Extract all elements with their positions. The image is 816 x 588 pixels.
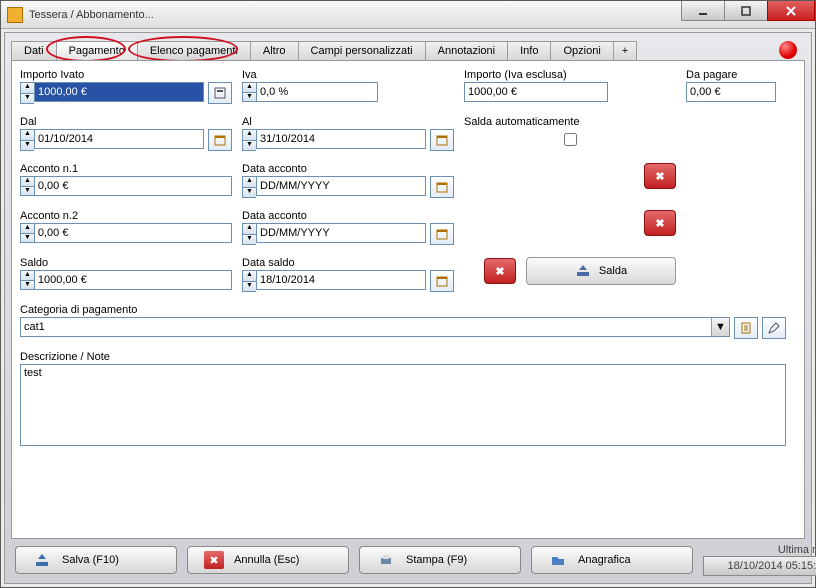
field-acconto1-delete: ✖ bbox=[464, 163, 676, 198]
folder-icon bbox=[548, 551, 568, 569]
cancel-button[interactable]: ✖ Annulla (Esc) bbox=[187, 546, 349, 574]
field-da-pagare: Da pagare bbox=[686, 69, 786, 104]
last-modified-timestamp: 18/10/2014 05:15:40 bbox=[703, 556, 816, 576]
field-salda-auto: Salda automaticamente bbox=[464, 116, 676, 151]
window-minimize-button[interactable] bbox=[681, 1, 725, 21]
calendar-button-acconto1[interactable] bbox=[430, 176, 454, 198]
calendar-button-acconto2[interactable] bbox=[430, 223, 454, 245]
spinner-acconto2[interactable]: ▲▼ bbox=[20, 223, 34, 243]
pick-category-button[interactable] bbox=[734, 317, 758, 339]
spinner-al[interactable]: ▲▼ bbox=[242, 129, 256, 151]
field-acconto2: Acconto n.2 ▲▼ bbox=[20, 210, 232, 245]
x-icon: ✖ bbox=[655, 170, 664, 183]
tab-annotazioni[interactable]: Annotazioni bbox=[425, 41, 509, 61]
printer-icon bbox=[376, 551, 396, 569]
print-button[interactable]: Stampa (F9) bbox=[359, 546, 521, 574]
window-close-button[interactable] bbox=[767, 1, 815, 21]
input-al[interactable] bbox=[256, 129, 426, 149]
spinner-iva[interactable]: ▲▼ bbox=[242, 82, 256, 102]
tab-elenco-pagamenti[interactable]: Elenco pagamenti bbox=[137, 41, 251, 61]
salda-button[interactable]: Salda bbox=[526, 257, 676, 285]
spinner-dal[interactable]: ▲▼ bbox=[20, 129, 34, 151]
calendar-button-al[interactable] bbox=[430, 129, 454, 151]
tab-campi-personalizzati[interactable]: Campi personalizzati bbox=[298, 41, 426, 61]
tab-altro[interactable]: Altro bbox=[250, 41, 299, 61]
anagrafica-button[interactable]: Anagrafica bbox=[531, 546, 693, 574]
spinner-saldo-date[interactable]: ▲▼ bbox=[242, 270, 256, 292]
tray-icon bbox=[575, 263, 591, 279]
input-importo-escl[interactable] bbox=[464, 82, 608, 102]
select-categoria-value[interactable] bbox=[21, 318, 711, 336]
field-acconto2-delete: ✖ bbox=[464, 210, 676, 245]
input-dal[interactable] bbox=[34, 129, 204, 149]
field-acconto2-date: Data acconto ▲▼ bbox=[242, 210, 454, 245]
spinner-saldo[interactable]: ▲▼ bbox=[20, 270, 34, 290]
field-categoria: Categoria di pagamento ▼ bbox=[20, 304, 786, 339]
input-acconto2[interactable] bbox=[34, 223, 232, 243]
field-dal: Dal ▲▼ bbox=[20, 116, 232, 151]
input-acconto1-date[interactable] bbox=[256, 176, 426, 196]
spinner-acconto1-date[interactable]: ▲▼ bbox=[242, 176, 256, 198]
last-modified-box: Ultima modifica 18/10/2014 05:15:40 bbox=[703, 544, 816, 576]
calendar-button-dal[interactable] bbox=[208, 129, 232, 151]
record-status-icon bbox=[779, 41, 797, 59]
field-acconto1: Acconto n.1 ▲▼ bbox=[20, 163, 232, 198]
checkbox-salda-auto[interactable] bbox=[468, 133, 673, 146]
spinner-importo-ivato[interactable]: ▲▼ bbox=[20, 82, 34, 104]
tab-dati[interactable]: Dati bbox=[11, 41, 57, 61]
select-categoria[interactable]: ▼ bbox=[20, 317, 730, 337]
spinner-acconto1[interactable]: ▲▼ bbox=[20, 176, 34, 196]
input-saldo-date[interactable] bbox=[256, 270, 426, 290]
save-icon bbox=[32, 551, 52, 569]
input-saldo[interactable] bbox=[34, 270, 232, 290]
tab-pagamento[interactable]: Pagamento bbox=[56, 41, 138, 61]
calendar-button-saldo[interactable] bbox=[430, 270, 454, 292]
x-icon: ✖ bbox=[655, 217, 664, 230]
field-note: Descrizione / Note bbox=[20, 351, 786, 446]
tab-content: Importo Ivato ▲▼ Iva ▲▼ Importo (Iva bbox=[11, 60, 805, 539]
delete-button-acconto2[interactable]: ✖ bbox=[644, 210, 676, 236]
input-importo-ivato[interactable] bbox=[34, 82, 204, 102]
textarea-note[interactable] bbox=[20, 364, 786, 446]
field-al: Al ▲▼ bbox=[242, 116, 454, 151]
field-saldo: Saldo ▲▼ bbox=[20, 257, 232, 292]
delete-button-saldo[interactable]: ✖ bbox=[484, 258, 516, 284]
field-importo-ivato: Importo Ivato ▲▼ bbox=[20, 69, 232, 104]
titlebar[interactable]: Tessera / Abbonamento... bbox=[1, 1, 815, 29]
chevron-down-icon[interactable]: ▼ bbox=[711, 318, 729, 336]
input-acconto2-date[interactable] bbox=[256, 223, 426, 243]
field-acconto1-date: Data acconto ▲▼ bbox=[242, 163, 454, 198]
bottom-bar: Salva (F10) ✖ Annulla (Esc) Stampa (F9) … bbox=[11, 539, 805, 579]
tab-add[interactable]: + bbox=[613, 41, 637, 61]
input-da-pagare[interactable] bbox=[686, 82, 776, 102]
window-maximize-button[interactable] bbox=[724, 1, 768, 21]
spinner-acconto2-date[interactable]: ▲▼ bbox=[242, 223, 256, 245]
app-icon bbox=[7, 7, 23, 23]
delete-button-acconto1[interactable]: ✖ bbox=[644, 163, 676, 189]
dialog-window: Tessera / Abbonamento... Dati Pagamento … bbox=[0, 0, 816, 588]
save-button[interactable]: Salva (F10) bbox=[15, 546, 177, 574]
field-iva: Iva ▲▼ bbox=[242, 69, 454, 104]
field-saldo-actions: ✖ Salda bbox=[464, 257, 676, 292]
outer-panel: Dati Pagamento Elenco pagamenti Altro Ca… bbox=[4, 32, 812, 584]
cancel-icon: ✖ bbox=[204, 551, 224, 569]
tab-opzioni[interactable]: Opzioni bbox=[550, 41, 613, 61]
input-acconto1[interactable] bbox=[34, 176, 232, 196]
field-saldo-date: Data saldo ▲▼ bbox=[242, 257, 454, 292]
window-title: Tessera / Abbonamento... bbox=[29, 9, 154, 21]
tab-bar: Dati Pagamento Elenco pagamenti Altro Ca… bbox=[11, 39, 805, 61]
calc-button-importo-ivato[interactable] bbox=[208, 82, 232, 104]
edit-category-button[interactable] bbox=[762, 317, 786, 339]
tab-info[interactable]: Info bbox=[507, 41, 551, 61]
field-importo-escl: Importo (Iva esclusa) bbox=[464, 69, 676, 104]
x-icon: ✖ bbox=[495, 265, 504, 278]
input-iva[interactable] bbox=[256, 82, 378, 102]
